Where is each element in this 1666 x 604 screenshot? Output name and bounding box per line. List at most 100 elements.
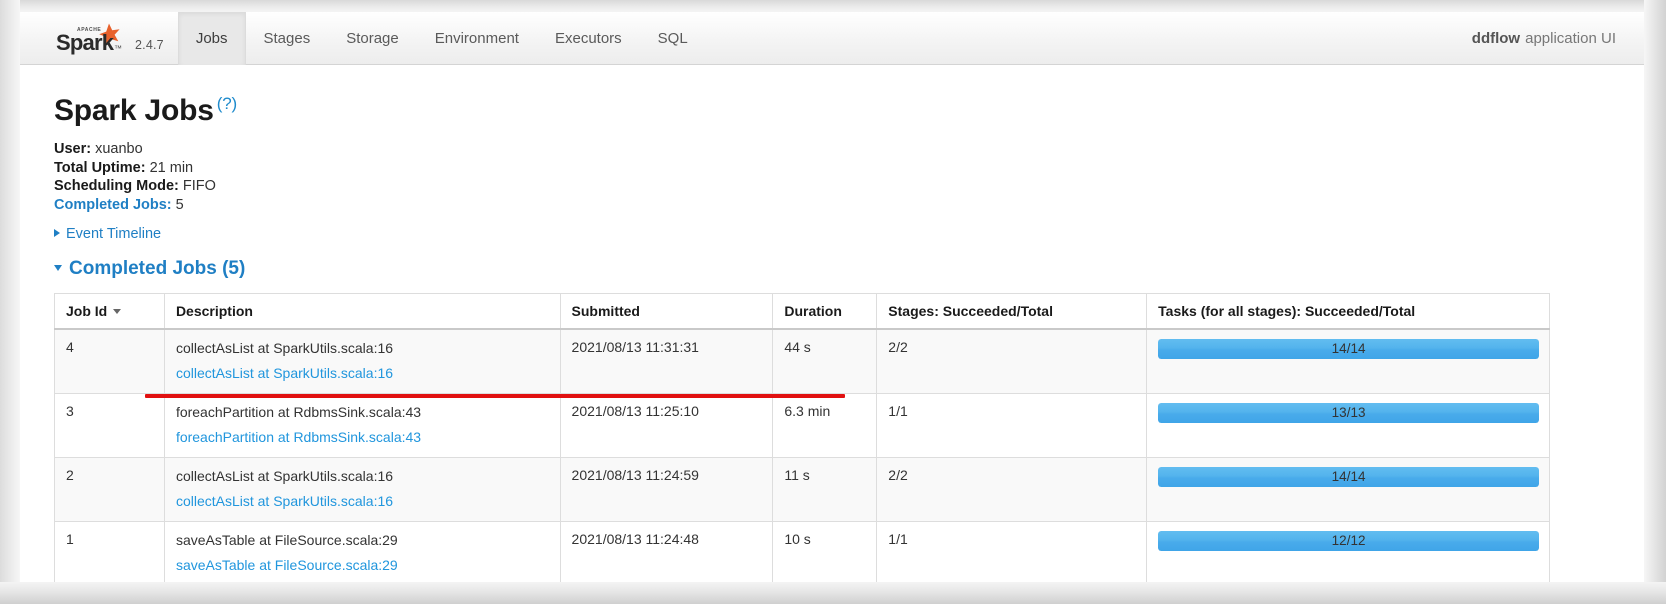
cell-job-id: 4: [54, 328, 165, 394]
cell-tasks: 12/12: [1146, 521, 1550, 582]
application-ui-label: ddflow application UI: [1472, 12, 1644, 64]
table-row[interactable]: 3 foreachPartition at RdbmsSink.scala:43…: [54, 393, 1550, 458]
cell-duration: 10 s: [772, 521, 878, 582]
nav-tab-stages[interactable]: Stages: [246, 12, 329, 65]
nav-tab-executors[interactable]: Executors: [537, 12, 640, 65]
window-frame-left: [0, 0, 20, 604]
cell-stages: 2/2: [876, 457, 1148, 522]
description-text: saveAsTable at FileSource.scala:29: [175, 532, 398, 549]
column-header-duration[interactable]: Duration: [772, 293, 878, 331]
column-header-stages[interactable]: Stages: Succeeded/Total: [876, 293, 1148, 331]
description-text: collectAsList at SparkUtils.scala:16: [175, 340, 394, 357]
column-header-description[interactable]: Description: [164, 293, 561, 331]
cell-job-id: 3: [54, 393, 165, 458]
cell-tasks: 13/13: [1146, 393, 1550, 458]
summary-completed-jobs: Completed Jobs: 5: [54, 196, 1610, 215]
summary-scheduling-value: FIFO: [182, 178, 216, 195]
navbar: APACHE Spark ™ 2.4.7 Jobs Stages Storage…: [20, 12, 1644, 65]
cell-job-id: 2: [54, 457, 165, 522]
table-row[interactable]: 1 saveAsTable at FileSource.scala:29 sav…: [54, 521, 1550, 582]
red-annotation-underline: [145, 394, 845, 398]
nav-tab-jobs[interactable]: Jobs: [177, 12, 246, 65]
nav-tab-sql[interactable]: SQL: [640, 12, 706, 65]
application-name: ddflow: [1471, 29, 1521, 47]
chevron-right-icon: [54, 229, 60, 238]
cell-submitted: 2021/08/13 11:25:10: [560, 393, 774, 458]
cell-tasks: 14/14: [1146, 328, 1550, 394]
description-link[interactable]: foreachPartition at RdbmsSink.scala:43: [176, 428, 550, 446]
table-body: 4 collectAsList at SparkUtils.scala:16 c…: [54, 328, 1550, 582]
summary-uptime: Total Uptime: 21 min: [54, 159, 1610, 178]
tasks-progress-bar: 14/14: [1158, 467, 1539, 488]
apache-spark-logo-icon: APACHE Spark ™: [54, 22, 128, 56]
cell-submitted: 2021/08/13 11:24:59: [560, 457, 774, 522]
completed-jobs-section-header: Completed Jobs (5): [54, 258, 1610, 280]
cell-description: saveAsTable at FileSource.scala:29 saveA…: [164, 521, 561, 582]
description-link[interactable]: collectAsList at SparkUtils.scala:16: [176, 364, 550, 382]
tasks-progress-label: 14/14: [1331, 469, 1366, 485]
page-title-text: Spark Jobs: [54, 94, 214, 127]
description-link[interactable]: collectAsList at SparkUtils.scala:16: [176, 492, 550, 510]
nav-tabs: Jobs Stages Storage Environment Executor…: [177, 12, 706, 65]
cell-description: collectAsList at SparkUtils.scala:16 col…: [164, 328, 561, 394]
help-icon[interactable]: (?): [217, 94, 237, 113]
event-timeline-toggle-row: Event Timeline: [54, 226, 1610, 242]
application-ui-suffix: application UI: [1525, 29, 1616, 47]
summary-completed-jobs-link[interactable]: Completed Jobs:: [54, 197, 172, 213]
table-row[interactable]: 4 collectAsList at SparkUtils.scala:16 c…: [54, 328, 1550, 394]
nav-tab-storage[interactable]: Storage: [328, 12, 417, 65]
completed-jobs-table: Job Id Description Submitted Duration St…: [54, 293, 1550, 582]
window-frame-bottom: [0, 582, 1666, 604]
nav-tab-environment[interactable]: Environment: [417, 12, 537, 65]
chevron-down-icon: [54, 265, 62, 272]
cell-duration: 6.3 min: [772, 393, 878, 458]
summary-completed-jobs-value: 5: [175, 196, 184, 213]
cell-stages: 2/2: [876, 328, 1148, 394]
table-header-row: Job Id Description Submitted Duration St…: [54, 293, 1550, 331]
tasks-progress-label: 12/12: [1331, 533, 1366, 549]
page-viewport: APACHE Spark ™ 2.4.7 Jobs Stages Storage…: [20, 12, 1644, 582]
sort-descending-icon: [113, 309, 122, 315]
description-text: foreachPartition at RdbmsSink.scala:43: [175, 404, 422, 421]
cell-duration: 11 s: [772, 457, 878, 522]
summary-user: User: xuanbo: [54, 140, 1610, 159]
column-header-tasks[interactable]: Tasks (for all stages): Succeeded/Total: [1146, 293, 1550, 331]
cell-description: foreachPartition at RdbmsSink.scala:43 f…: [164, 393, 561, 458]
summary-user-value: xuanbo: [95, 141, 143, 157]
summary-uptime-value: 21 min: [149, 159, 194, 176]
cell-stages: 1/1: [876, 521, 1148, 582]
summary-user-label: User:: [54, 141, 92, 157]
cell-tasks: 14/14: [1146, 457, 1550, 522]
description-link[interactable]: saveAsTable at FileSource.scala:29: [176, 556, 550, 574]
column-header-submitted[interactable]: Submitted: [560, 293, 774, 331]
cell-submitted: 2021/08/13 11:31:31: [560, 328, 774, 394]
svg-text:Spark: Spark: [56, 30, 115, 55]
completed-jobs-toggle[interactable]: Completed Jobs (5): [54, 258, 245, 279]
table-row[interactable]: 2 collectAsList at SparkUtils.scala:16 c…: [54, 457, 1550, 522]
completed-jobs-section-label: Completed Jobs (5): [69, 258, 246, 280]
screenshot-root: APACHE Spark ™ 2.4.7 Jobs Stages Storage…: [0, 0, 1666, 604]
brand-logo-link[interactable]: APACHE Spark ™ 2.4.7: [20, 12, 178, 65]
window-frame-top: [0, 0, 1666, 12]
tasks-progress-bar: 13/13: [1158, 403, 1539, 424]
job-summary-list: User: xuanbo Total Uptime: 21 min Schedu…: [54, 140, 1610, 214]
tasks-progress-bar: 12/12: [1158, 531, 1539, 552]
spark-version-label: 2.4.7: [135, 37, 164, 52]
cell-submitted: 2021/08/13 11:24:48: [560, 521, 774, 582]
tasks-progress-label: 14/14: [1331, 341, 1366, 357]
page-content: Spark Jobs (?) User: xuanbo Total Uptime:…: [20, 65, 1644, 582]
completed-jobs-table-wrap: Job Id Description Submitted Duration St…: [54, 293, 1610, 582]
cell-stages: 1/1: [876, 393, 1148, 458]
cell-description: collectAsList at SparkUtils.scala:16 col…: [164, 457, 561, 522]
page-title: Spark Jobs (?): [54, 87, 1610, 128]
cell-job-id: 1: [54, 521, 165, 582]
summary-uptime-label: Total Uptime:: [54, 159, 146, 176]
svg-text:™: ™: [114, 44, 122, 53]
window-frame-right: [1644, 0, 1666, 604]
description-text: collectAsList at SparkUtils.scala:16: [175, 468, 394, 485]
summary-scheduling-label: Scheduling Mode:: [54, 178, 179, 195]
event-timeline-label: Event Timeline: [66, 226, 162, 243]
event-timeline-toggle[interactable]: Event Timeline: [54, 226, 161, 242]
column-header-job-id[interactable]: Job Id: [54, 293, 165, 331]
summary-scheduling-mode: Scheduling Mode: FIFO: [54, 177, 1610, 196]
